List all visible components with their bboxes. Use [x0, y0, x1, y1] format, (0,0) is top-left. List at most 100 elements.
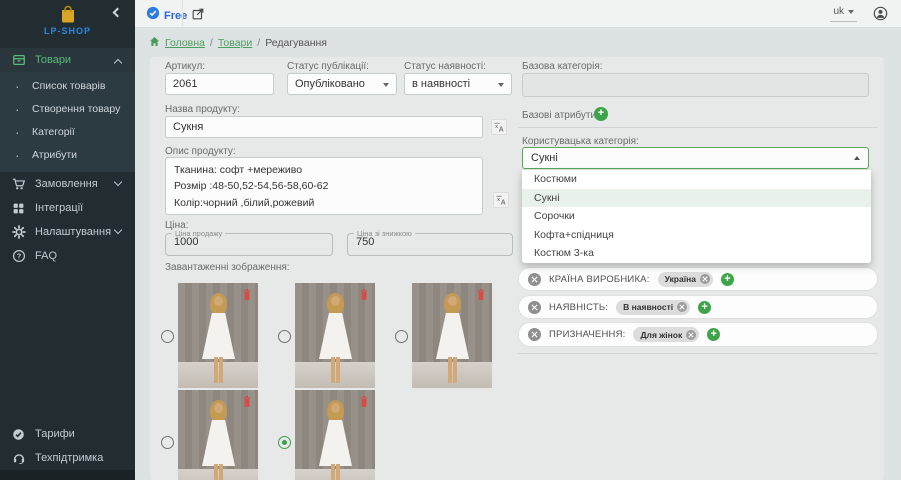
sidebar-item-orders[interactable]: Замовлення — [0, 172, 135, 196]
product-image-1[interactable] — [178, 283, 258, 388]
divider — [518, 353, 878, 354]
product-image-3[interactable] — [412, 283, 492, 388]
discount-price-value[interactable]: 750 — [348, 236, 512, 248]
sidebar-item-label: FAQ — [35, 250, 57, 262]
dropdown-option-selected[interactable]: Сукні — [522, 189, 871, 208]
sidebar-bottom-group: Тарифи Техпідтримка — [0, 422, 135, 470]
sidebar-item-settings[interactable]: Налаштування — [0, 220, 135, 244]
image-radio-3[interactable] — [395, 330, 408, 343]
custom-category-label: Користувацька категорія: — [522, 136, 639, 147]
sidebar-item-attributes[interactable]: Атрибути — [0, 143, 135, 166]
sidebar-item-integrations[interactable]: Інтеграції — [0, 196, 135, 220]
sidebar-item-product-list[interactable]: Список товарів — [0, 74, 135, 97]
dropdown-option[interactable]: Сорочки — [522, 207, 871, 226]
sidebar-item-faq[interactable]: ? FAQ — [0, 244, 135, 268]
translate-icon[interactable]: xA — [493, 192, 509, 208]
trash-icon[interactable] — [476, 288, 486, 306]
logo-area[interactable]: LP-SHOP — [0, 0, 135, 48]
trash-icon[interactable] — [242, 395, 252, 413]
divider — [518, 127, 878, 128]
question-circle-icon: ? — [12, 249, 26, 263]
main-content: Головна / Товари / Редагування Артикул: … — [135, 28, 901, 480]
product-image-4[interactable] — [178, 390, 258, 480]
breadcrumb-section[interactable]: Товари — [218, 37, 252, 49]
discount-price-field[interactable]: Ціна зі знижкою 750 — [347, 229, 513, 256]
svg-text:A: A — [501, 199, 506, 207]
sidebar-item-products[interactable]: Товари — [0, 48, 135, 72]
base-category-input[interactable] — [522, 73, 869, 97]
remove-attribute-icon[interactable] — [528, 328, 541, 341]
add-value-icon[interactable]: + — [707, 328, 720, 341]
product-image-5[interactable] — [295, 390, 375, 480]
trash-icon[interactable] — [359, 395, 369, 413]
photo-figure — [214, 403, 223, 413]
remove-attribute-icon[interactable] — [528, 301, 541, 314]
attribute-name: ПРИЗНАЧЕННЯ: — [549, 329, 625, 340]
remove-attribute-icon[interactable] — [528, 273, 541, 286]
product-image-2[interactable] — [295, 283, 375, 388]
avail-status-value: в наявності — [412, 78, 470, 90]
image-radio-4[interactable] — [161, 436, 174, 449]
remove-value-icon[interactable] — [686, 330, 696, 340]
sidebar-item-categories[interactable]: Категорії — [0, 120, 135, 143]
photo-figure — [448, 296, 457, 306]
image-radio-1[interactable] — [161, 330, 174, 343]
submenu-label: Категорії — [32, 126, 75, 138]
sale-price-field[interactable]: Ціна продажу 1000 — [165, 229, 333, 256]
trash-icon[interactable] — [242, 288, 252, 306]
submenu-label: Атрибути — [32, 149, 77, 161]
breadcrumb-separator: / — [210, 37, 213, 49]
verified-icon — [146, 6, 160, 25]
sidebar-item-label: Товари — [35, 54, 71, 66]
pub-status-select[interactable]: Опубліковано — [287, 73, 397, 95]
attribute-row-country: КРАЇНА ВИРОБНИКА: Україна + — [518, 267, 878, 291]
attribute-name: НАЯВНІСТЬ: — [549, 302, 608, 313]
translate-icon[interactable]: xA — [491, 119, 507, 135]
cart-icon — [12, 177, 26, 191]
sidebar-footer — [0, 470, 135, 480]
photo-figure — [202, 420, 235, 466]
breadcrumb-home[interactable]: Головна — [165, 37, 205, 49]
sidebar-item-tariffs[interactable]: Тарифи — [0, 422, 135, 446]
sidebar-item-label: Техпідтримка — [35, 452, 103, 464]
add-value-icon[interactable]: + — [721, 273, 734, 286]
photo-figure — [214, 296, 223, 306]
image-radio-5-selected[interactable] — [278, 436, 291, 449]
avail-status-select[interactable]: в наявності — [404, 73, 512, 95]
dropdown-option[interactable]: Костюм 3-ка — [522, 244, 871, 263]
remove-value-icon[interactable] — [700, 274, 710, 284]
external-link-icon[interactable] — [191, 7, 205, 21]
language-select[interactable]: uk — [830, 6, 857, 22]
language-value: uk — [833, 6, 844, 17]
remove-value-icon[interactable] — [677, 302, 687, 312]
add-base-attribute-button[interactable]: + — [594, 107, 608, 121]
user-icon[interactable] — [873, 6, 888, 21]
product-desc-textarea[interactable]: Тканина: софт +мереживо Розмір :48-50,52… — [165, 157, 483, 215]
trash-icon[interactable] — [359, 288, 369, 306]
custom-category-select[interactable]: Сукні — [522, 147, 869, 169]
sidebar-item-product-create[interactable]: Створення товару — [0, 97, 135, 120]
sku-input[interactable] — [165, 73, 274, 95]
add-value-icon[interactable]: + — [698, 301, 711, 314]
sale-price-value[interactable]: 1000 — [166, 236, 332, 248]
attribute-row-availability: НАЯВНІСТЬ: В наявності + — [518, 295, 878, 319]
check-badge-icon — [12, 427, 26, 441]
dropdown-option[interactable]: Костюми — [522, 170, 871, 189]
custom-category-dropdown: Костюми Сукні Сорочки Кофта+спідниця Кос… — [522, 170, 871, 263]
photo-figure — [202, 313, 235, 359]
avail-status-label: Статус наявності: — [404, 61, 486, 72]
dropdown-option[interactable]: Кофта+спідниця — [522, 226, 871, 245]
sidebar-item-support[interactable]: Техпідтримка — [0, 446, 135, 470]
base-attributes-label: Базові атрибути: — [522, 110, 599, 121]
logo-text: LP-SHOP — [0, 26, 135, 36]
custom-category-value: Сукні — [531, 152, 558, 164]
sidebar-collapse-icon[interactable] — [113, 8, 123, 18]
chevron-down-icon — [498, 83, 504, 87]
pub-status-label: Статус публікації: — [287, 61, 369, 72]
product-name-input[interactable] — [165, 116, 483, 138]
images-label: Завантаженні зображення: — [165, 262, 290, 273]
products-submenu: Список товарів Створення товару Категорі… — [0, 72, 135, 172]
attribute-value: Для жінок — [640, 330, 682, 340]
edit-product-card: Артикул: Статус публікації: Опубліковано… — [150, 57, 884, 480]
image-radio-2[interactable] — [278, 330, 291, 343]
